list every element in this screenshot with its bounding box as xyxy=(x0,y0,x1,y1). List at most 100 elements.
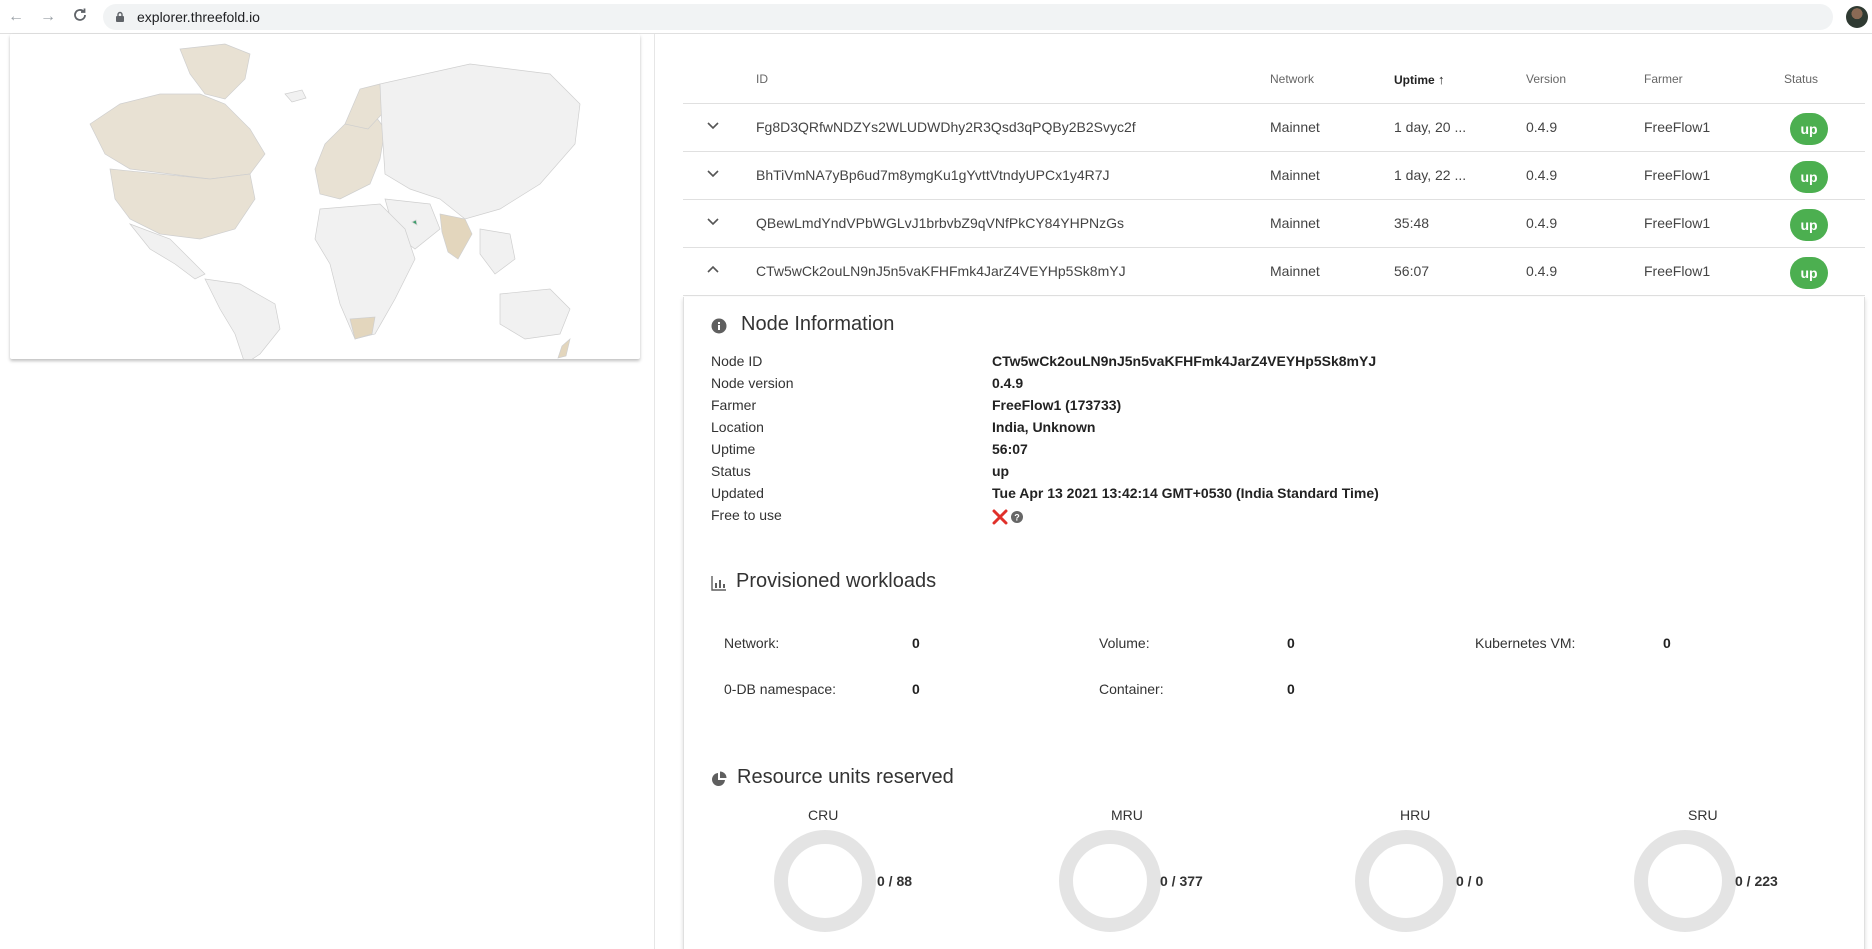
field-value: CTw5wCk2ouLN9nJ5n5vaKFHFmk4JarZ4VEYHp5Sk… xyxy=(992,353,1377,369)
node-version: 0.4.9 xyxy=(1526,263,1558,279)
browser-toolbar: ← → explorer.threefold.io ☆ xyxy=(0,0,1872,34)
node-farmer: FreeFlow1 xyxy=(1644,215,1711,231)
world-map-card xyxy=(10,34,640,359)
node-id: CTw5wCk2ouLN9nJ5n5vaKFHFmk4JarZ4VEYHp5Sk… xyxy=(756,263,1126,279)
sru-donut xyxy=(1634,830,1736,932)
cru-label: CRU xyxy=(808,807,839,823)
avatar[interactable] xyxy=(1846,6,1868,28)
node-version: 0.4.9 xyxy=(1526,167,1558,183)
field-label: Node ID xyxy=(711,353,763,369)
node-id: Fg8D3QRfwNDZYs2WLUDWDhy2R3Qsd3qPQBy2B2Sv… xyxy=(756,119,1136,135)
node-network: Mainnet xyxy=(1270,263,1320,279)
workload-value: 0 xyxy=(1663,635,1671,651)
reload-icon[interactable] xyxy=(70,7,90,27)
node-information-title: Node Information xyxy=(741,313,895,335)
workload-value: 0 xyxy=(912,635,920,651)
table-row[interactable]: BhTiVmNA7yBp6ud7m8ymgKu1gYvttVtndyUPCx1y… xyxy=(683,152,1865,200)
workload-kubernetes-vm: Kubernetes VM: 0 xyxy=(1475,635,1671,651)
status-badge: up xyxy=(1790,209,1828,241)
workload-label: 0-DB namespace: xyxy=(724,681,837,697)
back-icon[interactable]: ← xyxy=(6,7,26,27)
sort-arrow-up-icon: ↑ xyxy=(1438,72,1445,87)
sru-value: 0 / 223 xyxy=(1735,873,1778,889)
workload-value: 0 xyxy=(1287,681,1295,697)
field-value: 56:07 xyxy=(992,441,1028,457)
workload-label: Kubernetes VM: xyxy=(1475,635,1576,651)
world-map[interactable] xyxy=(10,34,640,359)
node-uptime: 1 day, 20 ... xyxy=(1394,119,1467,135)
status-badge: up xyxy=(1790,161,1828,193)
mru-label: MRU xyxy=(1111,807,1143,823)
nodes-table: ID Network Uptime ↑ Version Farmer Statu… xyxy=(683,58,1865,296)
workload-value: 0 xyxy=(912,681,920,697)
header-network[interactable]: Network xyxy=(1270,72,1314,86)
node-uptime: 1 day, 22 ... xyxy=(1394,167,1467,183)
table-row[interactable]: Fg8D3QRfwNDZYs2WLUDWDhy2R3Qsd3qPQBy2B2Sv… xyxy=(683,104,1865,152)
field-label: Status xyxy=(711,463,751,479)
node-farmer: FreeFlow1 xyxy=(1644,167,1711,183)
node-id: BhTiVmNA7yBp6ud7m8ymgKu1gYvttVtndyUPCx1y… xyxy=(756,167,1110,183)
node-details-panel: Node Information Node ID CTw5wCk2ouLN9nJ… xyxy=(683,297,1865,949)
table-row-expanded[interactable]: CTw5wCk2ouLN9nJ5n5vaKFHFmk4JarZ4VEYHp5Sk… xyxy=(683,248,1865,296)
resource-units-title: Resource units reserved xyxy=(737,766,954,788)
chevron-down-icon[interactable] xyxy=(705,117,721,133)
lock-icon xyxy=(116,11,124,22)
node-network: Mainnet xyxy=(1270,119,1320,135)
table-header: ID Network Uptime ↑ Version Farmer Statu… xyxy=(683,58,1865,104)
node-farmer: FreeFlow1 xyxy=(1644,119,1711,135)
provisioned-workloads-title: Provisioned workloads xyxy=(736,570,937,592)
workload-label: Volume: xyxy=(1099,635,1150,651)
forward-icon[interactable]: → xyxy=(38,7,58,27)
svg-text:?: ? xyxy=(1014,513,1020,523)
node-uptime: 56:07 xyxy=(1394,263,1430,279)
chevron-down-icon[interactable] xyxy=(705,165,721,181)
header-uptime[interactable]: Uptime ↑ xyxy=(1394,72,1445,87)
field-value: 0.4.9 xyxy=(992,375,1024,391)
info-icon xyxy=(711,318,727,334)
table-row[interactable]: QBewLmdYndVPbWGLvJ1brbvbZ9qVNfPkCY84YHPN… xyxy=(683,200,1865,248)
field-label: Farmer xyxy=(711,397,757,413)
workload-value: 0 xyxy=(1287,635,1295,651)
chevron-down-icon[interactable] xyxy=(705,213,721,229)
node-farmer: FreeFlow1 xyxy=(1644,263,1711,279)
node-version: 0.4.9 xyxy=(1526,215,1558,231)
status-badge: up xyxy=(1790,257,1828,289)
sru-label: SRU xyxy=(1688,807,1718,823)
header-id[interactable]: ID xyxy=(756,72,768,86)
field-label: Node version xyxy=(711,375,794,391)
header-uptime-label: Uptime xyxy=(1394,73,1435,87)
header-status[interactable]: Status xyxy=(1784,72,1818,86)
workload-label: Container: xyxy=(1099,681,1164,697)
field-value: India, Unknown xyxy=(992,419,1096,435)
cru-donut xyxy=(774,830,876,932)
workload-container: Container: 0 xyxy=(1099,681,1295,697)
cross-icon xyxy=(992,509,1008,525)
node-version: 0.4.9 xyxy=(1526,119,1558,135)
workload-network: Network: 0 xyxy=(724,635,920,651)
node-network: Mainnet xyxy=(1270,167,1320,183)
status-badge: up xyxy=(1790,113,1828,145)
field-label: Free to use xyxy=(711,507,782,523)
node-id: QBewLmdYndVPbWGLvJ1brbvbZ9qVNfPkCY84YHPN… xyxy=(756,215,1125,231)
workload-label: Network: xyxy=(724,635,780,651)
hru-donut xyxy=(1355,830,1457,932)
chevron-up-icon[interactable] xyxy=(705,261,721,277)
cru-value: 0 / 88 xyxy=(877,873,913,889)
url-text: explorer.threefold.io xyxy=(137,9,260,25)
header-version[interactable]: Version xyxy=(1526,72,1566,86)
node-network: Mainnet xyxy=(1270,215,1320,231)
pie-chart-icon xyxy=(712,771,727,786)
field-value: up xyxy=(992,463,1010,479)
header-farmer[interactable]: Farmer xyxy=(1644,72,1683,86)
bar-chart-icon xyxy=(711,576,726,591)
help-icon[interactable]: ? xyxy=(1011,511,1023,523)
address-bar[interactable]: explorer.threefold.io ☆ xyxy=(103,4,1833,30)
field-label: Uptime xyxy=(711,441,756,457)
hru-label: HRU xyxy=(1400,807,1431,823)
hru-value: 0 / 0 xyxy=(1456,873,1484,889)
workload-0db-namespace: 0-DB namespace: 0 xyxy=(724,681,920,697)
field-value: FreeFlow1 (173733) xyxy=(992,397,1122,413)
mru-donut xyxy=(1059,830,1161,932)
mru-value: 0 / 377 xyxy=(1160,873,1203,889)
field-value: Tue Apr 13 2021 13:42:14 GMT+0530 (India… xyxy=(992,485,1379,501)
